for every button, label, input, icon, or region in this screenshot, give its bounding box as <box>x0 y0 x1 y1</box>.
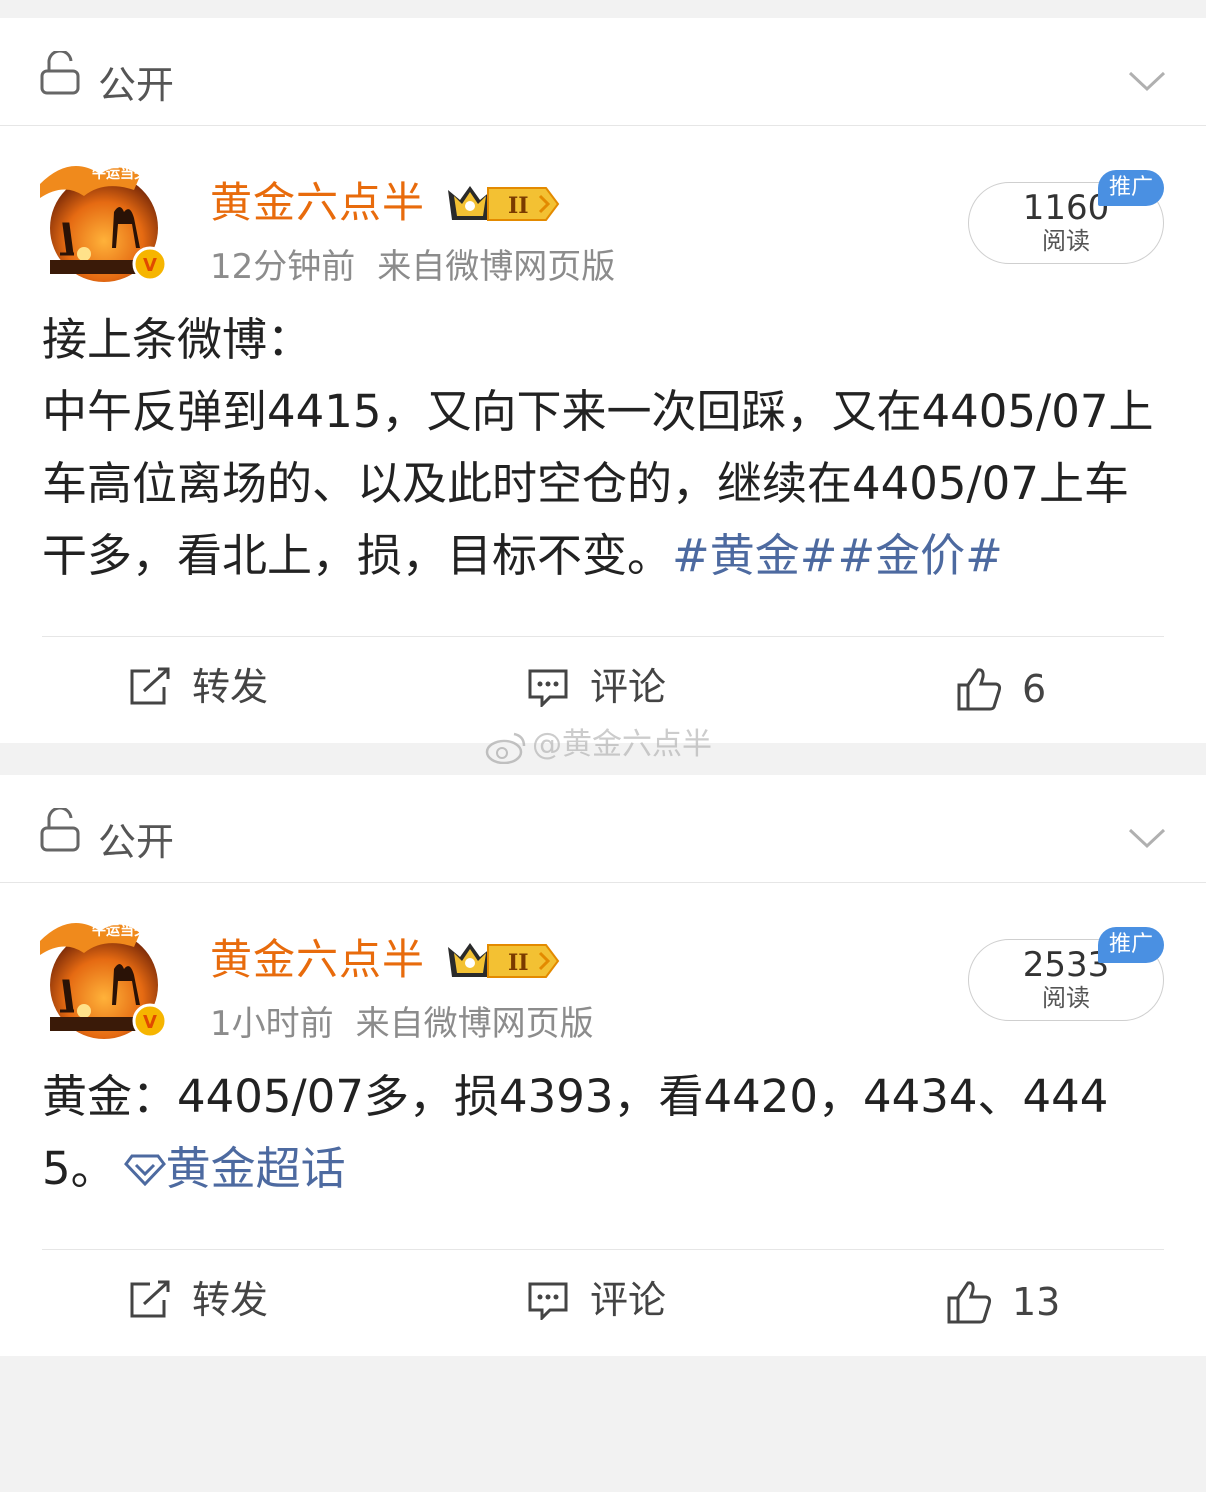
comment-button[interactable]: 评论 <box>526 1280 666 1320</box>
comment-label: 评论 <box>590 665 667 709</box>
repost-label: 转发 <box>192 1278 269 1322</box>
author-name[interactable]: 黄金六点半 <box>210 182 425 224</box>
post-card: 公开 牛运当头 V 黄金六点半 <box>0 775 1206 1356</box>
post-text-line: 黄金：4405/07多，损4393，看4420，4434、4445。 黄金超话 <box>42 1061 1164 1205</box>
svg-text:V: V <box>143 255 157 276</box>
like-button[interactable]: 13 <box>946 1280 1060 1324</box>
post-meta: 12分钟前 来自微博网页版 <box>210 250 615 284</box>
post-body: 接上条微博： 中午反弹到4415，又向下来一次回踩，又在4405/07上车高位离… <box>42 304 1164 592</box>
visibility-bar[interactable]: 公开 <box>0 775 1206 883</box>
like-count: 6 <box>1022 667 1047 711</box>
thumbs-up-icon <box>947 1281 992 1324</box>
reads-label: 阅读 <box>1042 227 1090 255</box>
member-crown-icon[interactable]: II <box>444 937 562 985</box>
post-meta: 1小时前 来自微博网页版 <box>210 1007 594 1041</box>
author-name[interactable]: 黄金六点半 <box>210 939 425 981</box>
svg-text:II: II <box>508 950 529 976</box>
action-bar: 转发 评论 13 <box>0 1250 1206 1356</box>
post-card: 公开 牛运当头 V 黄金六点半 <box>0 18 1206 743</box>
super-topic-icon <box>123 1154 166 1186</box>
unlock-icon <box>40 51 80 95</box>
thumbs-up-icon <box>957 668 1002 711</box>
post-header: 牛运当头 V 黄金六点半 II 1小时前 来自微博网页版 2533 阅读 推广 <box>0 883 1206 1061</box>
svg-text:牛运当头: 牛运当头 <box>92 922 148 939</box>
watermark-text: @黄金六点半 <box>532 727 712 762</box>
repost-label: 转发 <box>192 665 269 709</box>
avatar[interactable]: 牛运当头 V <box>40 911 168 1039</box>
like-button[interactable]: 6 <box>956 667 1046 711</box>
member-crown-icon[interactable]: II <box>444 180 562 228</box>
comment-icon <box>528 1282 568 1320</box>
repost-icon <box>130 667 170 705</box>
svg-text:V: V <box>143 1012 157 1033</box>
post-text-line: 中午反弹到4415，又向下来一次回踩，又在4405/07上车高位离场的、以及此时… <box>42 376 1164 592</box>
svg-text:牛运当头: 牛运当头 <box>92 165 148 182</box>
svg-text:II: II <box>508 193 529 219</box>
post-source[interactable]: 来自微博网页版 <box>377 247 615 287</box>
post-header: 牛运当头 V 黄金六点半 II 12分钟前 来自微博网页版 1160 阅读 推广 <box>0 126 1206 304</box>
visibility-bar[interactable]: 公开 <box>0 18 1206 126</box>
post-source[interactable]: 来自微博网页版 <box>356 1004 594 1044</box>
visibility-label: 公开 <box>98 820 175 864</box>
like-count: 13 <box>1012 1280 1061 1324</box>
post-text-line: 接上条微博： <box>42 313 313 366</box>
avatar[interactable]: 牛运当头 V <box>40 154 168 282</box>
super-topic-link[interactable]: 黄金超话 <box>166 1142 346 1195</box>
post-body: 黄金：4405/07多，损4393，看4420，4434、4445。 黄金超话 <box>42 1061 1164 1205</box>
repost-button[interactable]: 转发 <box>128 1280 268 1320</box>
repost-icon <box>130 1280 170 1318</box>
comment-icon <box>528 669 568 707</box>
chevron-down-icon[interactable] <box>1128 70 1166 92</box>
reads-label: 阅读 <box>1042 984 1090 1012</box>
weibo-logo-icon <box>485 732 526 764</box>
visibility-label: 公开 <box>98 63 175 107</box>
hashtag-link[interactable]: #黄金# <box>672 529 837 582</box>
unlock-icon <box>40 808 80 852</box>
comment-button[interactable]: 评论 <box>526 667 666 707</box>
post-time: 12分钟前 <box>210 247 356 287</box>
hashtag-link[interactable]: #金价# <box>837 529 1002 582</box>
promote-tag[interactable]: 推广 <box>1098 927 1164 963</box>
post-time: 1小时前 <box>210 1004 334 1044</box>
comment-label: 评论 <box>590 1278 667 1322</box>
promote-tag[interactable]: 推广 <box>1098 170 1164 206</box>
chevron-down-icon[interactable] <box>1128 827 1166 849</box>
repost-button[interactable]: 转发 <box>128 667 268 707</box>
top-gap <box>0 0 1206 18</box>
